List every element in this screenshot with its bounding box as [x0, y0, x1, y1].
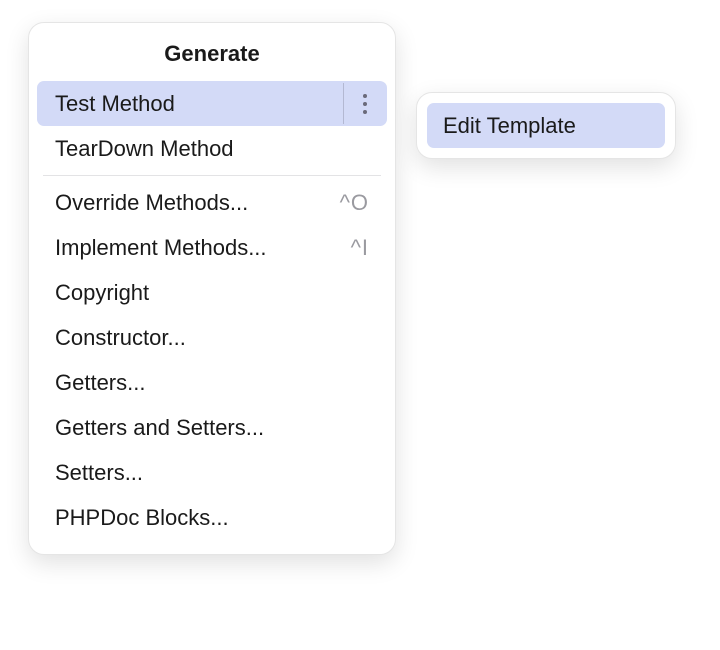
- menu-item-override-methods[interactable]: Override Methods... ^O: [37, 180, 387, 225]
- menu-item-label: Test Method: [49, 91, 339, 117]
- menu-item-test-method[interactable]: Test Method: [37, 81, 387, 126]
- submenu-item-label: Edit Template: [443, 113, 576, 139]
- generate-menu-panel: Generate Test Method TearDown Method Ove…: [28, 22, 396, 555]
- menu-item-label: Override Methods...: [49, 190, 340, 216]
- menu-item-label: Getters...: [49, 370, 369, 396]
- menu-separator: [43, 175, 381, 176]
- menu-item-shortcut: ^I: [351, 235, 369, 261]
- menu-item-constructor[interactable]: Constructor...: [37, 315, 387, 360]
- menu-item-label: PHPDoc Blocks...: [49, 505, 369, 531]
- menu-item-setters[interactable]: Setters...: [37, 450, 387, 495]
- menu-title: Generate: [29, 41, 395, 67]
- menu-item-getters-and-setters[interactable]: Getters and Setters...: [37, 405, 387, 450]
- menu-item-copyright[interactable]: Copyright: [37, 270, 387, 315]
- menu-item-phpdoc-blocks[interactable]: PHPDoc Blocks...: [37, 495, 387, 540]
- menu-item-label: Getters and Setters...: [49, 415, 369, 441]
- menu-item-label: TearDown Method: [49, 136, 369, 162]
- menu-item-implement-methods[interactable]: Implement Methods... ^I: [37, 225, 387, 270]
- more-options-button[interactable]: [343, 83, 385, 124]
- submenu-item-edit-template[interactable]: Edit Template: [427, 103, 665, 148]
- menu-item-label: Constructor...: [49, 325, 369, 351]
- menu-item-teardown-method[interactable]: TearDown Method: [37, 126, 387, 171]
- submenu-panel: Edit Template: [416, 92, 676, 159]
- menu-item-label: Setters...: [49, 460, 369, 486]
- menu-item-label: Copyright: [49, 280, 369, 306]
- ellipsis-vertical-icon: [357, 94, 373, 114]
- menu-item-getters[interactable]: Getters...: [37, 360, 387, 405]
- menu-item-shortcut: ^O: [340, 190, 369, 216]
- menu-item-label: Implement Methods...: [49, 235, 351, 261]
